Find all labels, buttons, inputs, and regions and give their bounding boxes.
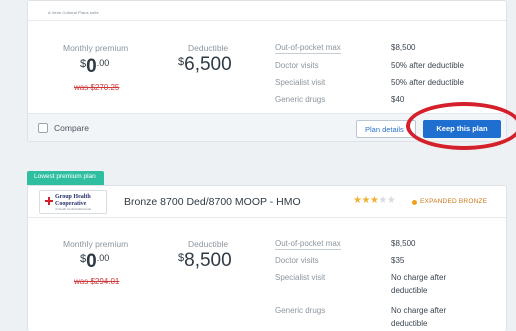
star-icon: ★ — [361, 195, 370, 206]
plan-card: Group Health Cooperative of South Centra… — [27, 185, 507, 331]
detail-label-oop-max[interactable]: Out-of-pocket max — [275, 43, 341, 54]
highlight-circle-annotation — [406, 102, 516, 150]
detail-value-doctor-visits: 50% after deductible — [391, 61, 464, 70]
monthly-premium-label: Monthly premium — [63, 239, 129, 249]
detail-label-oop-max[interactable]: Out-of-pocket max — [275, 239, 341, 250]
deductible-amount: 6,500 — [184, 54, 232, 75]
premium-currency: $ — [80, 58, 87, 70]
detail-value-oop-max: $8,500 — [391, 239, 416, 248]
detail-value-specialist-visit: 50% after deductible — [391, 78, 464, 87]
detail-value-doctor-visits: $35 — [391, 256, 405, 265]
plan-name[interactable]: Bronze 8700 Ded/8700 MOOP - HMO — [124, 196, 301, 208]
premium-dollars: 0 — [86, 251, 97, 272]
deductible-amount: 8,500 — [184, 250, 232, 271]
quality-rating-stars[interactable]: ★★★★★ — [353, 195, 396, 206]
premium-currency: $ — [80, 253, 87, 265]
monthly-premium-label: Monthly premium — [63, 43, 129, 53]
cross-logo-icon — [45, 197, 53, 205]
detail-label-generic-drugs: Generic drugs — [275, 306, 326, 315]
premium-cents: .00 — [96, 253, 110, 263]
carrier-logo-text: A Veris Cultural Plans suite — [48, 10, 99, 15]
detail-label-doctor-visits: Doctor visits — [275, 256, 319, 265]
detail-label-doctor-visits: Doctor visits — [275, 61, 319, 70]
plan-header: Group Health Cooperative of South Centra… — [28, 186, 506, 218]
metal-level-label: EXPANDED BRONZE — [420, 198, 488, 205]
detail-value-generic-drugs: No charge after deductible — [391, 306, 447, 328]
detail-label-generic-drugs: Generic drugs — [275, 95, 326, 104]
compare-checkbox[interactable] — [38, 123, 48, 133]
carrier-logo: Group Health Cooperative of South Centra… — [39, 190, 107, 214]
deductible-currency: $ — [178, 56, 185, 68]
deductible-value: $6,500 — [178, 54, 232, 76]
detail-label-specialist-visit: Specialist visit — [275, 78, 326, 87]
detail-value-specialist-visit: No charge after deductible — [391, 273, 447, 295]
star-empty-icon: ★ — [386, 195, 396, 206]
carrier-logo-subtitle: of South Central Wisconsin — [55, 207, 92, 211]
monthly-premium-value: $0.00 — [80, 56, 109, 78]
premium-dollars: 0 — [86, 56, 97, 77]
star-empty-icon: ★ — [378, 195, 387, 206]
deductible-currency: $ — [178, 252, 185, 264]
deductible-label: Deductible — [188, 239, 229, 249]
carrier-logo-name: Group Health Cooperative — [55, 194, 91, 207]
deductible-label: Deductible — [188, 43, 229, 53]
premium-cents: .00 — [96, 58, 110, 68]
carrier-logo-strip: A Veris Cultural Plans suite — [28, 1, 506, 21]
detail-value-oop-max: $8,500 — [391, 43, 416, 52]
lowest-premium-badge: Lowest premium plan — [27, 171, 104, 185]
original-premium: was $270.25 — [74, 83, 120, 92]
monthly-premium-value: $0.00 — [80, 251, 109, 273]
original-premium: was $294.01 — [74, 277, 120, 286]
detail-label-specialist-visit: Specialist visit — [275, 273, 326, 282]
deductible-value: $8,500 — [178, 250, 232, 272]
metal-level-dot-icon — [412, 200, 417, 205]
compare-label[interactable]: Compare — [54, 123, 89, 133]
